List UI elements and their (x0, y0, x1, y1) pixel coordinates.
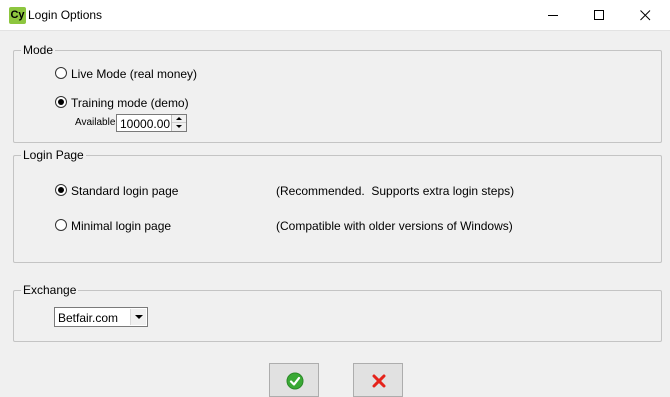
exchange-select[interactable]: Betfair.com (54, 307, 148, 327)
training-mode-radio[interactable] (55, 96, 67, 108)
minimize-icon (548, 15, 558, 16)
login-page-group: Login Page (13, 148, 662, 263)
close-button[interactable] (623, 0, 669, 31)
login-page-legend: Login Page (21, 148, 86, 163)
close-icon (640, 10, 651, 21)
standard-login-radio[interactable] (55, 184, 67, 196)
spin-down-icon[interactable] (172, 123, 186, 131)
exchange-select-value: Betfair.com (58, 311, 119, 325)
exchange-legend: Exchange (21, 283, 79, 298)
app-logo-icon: Cy (9, 7, 26, 24)
live-mode-radio[interactable] (55, 67, 67, 79)
spinner-buttons (171, 115, 186, 131)
training-mode-label[interactable]: Training mode (demo) (71, 96, 189, 110)
available-label: Available: (75, 117, 119, 128)
live-mode-label[interactable]: Live Mode (real money) (71, 67, 197, 81)
title-bar: Cy Login Options (0, 0, 670, 31)
maximize-icon (594, 10, 604, 20)
minimal-login-description: (Compatible with older versions of Windo… (276, 219, 513, 233)
red-x-icon (372, 374, 386, 388)
minimal-login-label[interactable]: Minimal login page (71, 219, 171, 233)
cancel-button[interactable] (353, 363, 403, 397)
mode-legend: Mode (21, 43, 56, 58)
chevron-down-icon[interactable] (130, 309, 146, 325)
available-balance-spinner[interactable]: 10000.00 (116, 114, 187, 132)
available-balance-value[interactable]: 10000.00 (120, 117, 170, 131)
window-title: Login Options (28, 8, 103, 22)
maximize-button[interactable] (577, 0, 623, 31)
check-circle-icon (286, 372, 304, 390)
standard-login-description: (Recommended. Supports extra login steps… (276, 184, 515, 198)
minimize-button[interactable] (531, 0, 577, 31)
spin-up-icon[interactable] (172, 115, 186, 123)
standard-login-label[interactable]: Standard login page (71, 184, 178, 198)
ok-button[interactable] (269, 363, 319, 397)
minimal-login-radio[interactable] (55, 219, 67, 231)
